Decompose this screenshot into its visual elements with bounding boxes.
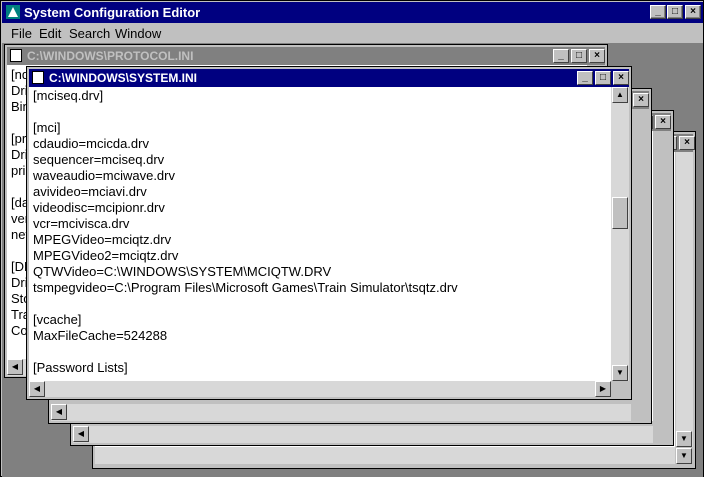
vertical-scrollbar[interactable]: ▼ xyxy=(676,152,693,447)
ini-line xyxy=(33,104,458,120)
horizontal-scrollbar[interactable]: ◀ xyxy=(73,426,653,443)
system-text: [mciseq.drv] [mci] cdaudio=mcicda.drv seque… xyxy=(33,88,458,376)
ini-line: avivideo=mciavi.drv xyxy=(33,184,147,199)
menu-file-label: File xyxy=(11,26,32,41)
protocol-maximize-button[interactable]: □ xyxy=(571,49,587,63)
app-close-button[interactable]: × xyxy=(685,5,701,19)
ini-line xyxy=(33,296,458,312)
ini-line: MPEGVideo=mciqtz.drv xyxy=(33,232,172,247)
app-minimize-button[interactable]: _ xyxy=(650,5,666,19)
system-title: C:\WINDOWS\SYSTEM.INI xyxy=(49,71,197,85)
system-ini-window[interactable]: C:\WINDOWS\SYSTEM.INI _ □ × [mciseq.drv]… xyxy=(26,66,632,400)
document-icon xyxy=(10,49,22,62)
horizontal-scrollbar[interactable]: ◀ xyxy=(51,404,631,421)
ini-line: tsmpegvideo=C:\Program Files\Microsoft G… xyxy=(33,280,458,295)
close-button[interactable]: × xyxy=(655,115,671,129)
app-title-bar[interactable]: System Configuration Editor _ □ × xyxy=(2,2,703,23)
ini-line: MPEGVideo2=mciqtz.drv xyxy=(33,248,179,263)
scroll-left-button[interactable]: ◀ xyxy=(73,426,89,442)
close-button[interactable]: × xyxy=(679,136,695,150)
ini-line: MaxFileCache=524288 xyxy=(33,328,168,343)
menu-window-label: Window xyxy=(115,26,162,41)
menu-edit[interactable]: Edit xyxy=(39,26,61,41)
ini-line: QTWVideo=C:\WINDOWS\SYSTEM\MCIQTW.DRV xyxy=(33,264,332,279)
scroll-left-button[interactable]: ◀ xyxy=(51,404,67,420)
system-maximize-button[interactable]: □ xyxy=(595,71,611,85)
menu-bar: File Edit Search Window xyxy=(2,23,703,43)
document-icon xyxy=(32,71,44,84)
app-icon xyxy=(6,5,20,19)
system-scroll-right-button[interactable]: ▶ xyxy=(595,381,611,397)
system-document-area[interactable]: [mciseq.drv] [mci] cdaudio=mcicda.drv seque… xyxy=(29,87,611,381)
system-title-bar[interactable]: C:\WINDOWS\SYSTEM.INI _ □ × xyxy=(29,69,629,87)
menu-edit-label: Edit xyxy=(39,26,62,41)
ini-line: [Password Lists] xyxy=(33,360,128,375)
system-close-button[interactable]: × xyxy=(613,71,629,85)
protocol-title: C:\WINDOWS\PROTOCOL.INI xyxy=(27,49,194,63)
ini-line: vcr=mcivisca.drv xyxy=(33,216,130,231)
scroll-down-button-corner[interactable]: ▼ xyxy=(676,448,692,464)
menu-file[interactable]: File xyxy=(11,26,32,41)
app-title: System Configuration Editor xyxy=(24,5,201,20)
horizontal-scrollbar[interactable] xyxy=(95,447,675,464)
close-button[interactable]: × xyxy=(633,93,649,107)
ini-line: cdaudio=mcicda.drv xyxy=(33,136,149,151)
scroll-down-button[interactable]: ▼ xyxy=(676,431,692,447)
system-horizontal-scrollbar[interactable]: ◀ ▶ xyxy=(29,381,611,397)
ini-line: [mciseq.drv] xyxy=(33,88,104,103)
app-maximize-button[interactable]: □ xyxy=(667,5,683,19)
ini-line: videodisc=mcipionr.drv xyxy=(33,200,165,215)
system-vertical-scrollbar[interactable]: ▲ ▼ xyxy=(611,87,629,381)
ini-line: [mci] xyxy=(33,120,61,135)
menu-window[interactable]: Window xyxy=(115,26,161,41)
system-scroll-down-button[interactable]: ▼ xyxy=(612,365,628,381)
ini-line xyxy=(33,344,458,360)
protocol-title-bar[interactable]: C:\WINDOWS\PROTOCOL.INI _ □ × xyxy=(7,47,605,65)
ini-line: waveaudio=mciwave.drv xyxy=(33,168,175,183)
system-minimize-button[interactable]: _ xyxy=(577,71,593,85)
ini-line: sequencer=mciseq.drv xyxy=(33,152,165,167)
menu-search[interactable]: Search xyxy=(69,26,110,41)
protocol-scroll-left-button[interactable]: ◀ xyxy=(7,359,23,375)
system-scroll-left-button[interactable]: ◀ xyxy=(29,381,45,397)
menu-search-label: Search xyxy=(69,26,111,41)
protocol-close-button[interactable]: × xyxy=(589,49,605,63)
system-scroll-up-button[interactable]: ▲ xyxy=(612,87,628,103)
ini-line: [vcache] xyxy=(33,312,82,327)
system-scroll-thumb[interactable] xyxy=(612,197,628,229)
protocol-minimize-button[interactable]: _ xyxy=(553,49,569,63)
